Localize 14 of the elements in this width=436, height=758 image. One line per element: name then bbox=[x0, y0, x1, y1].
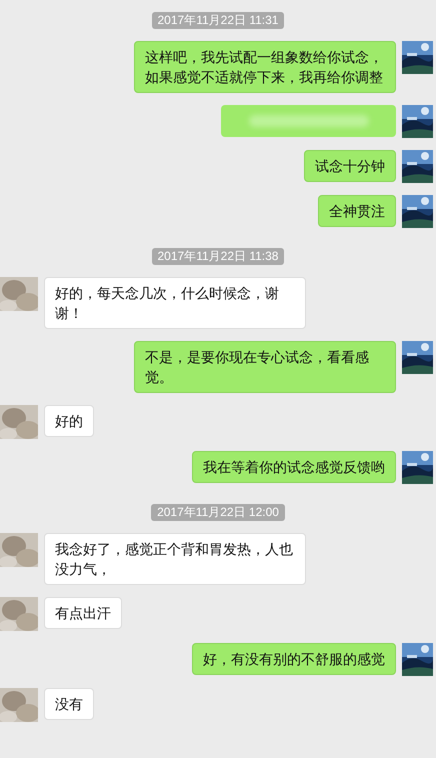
timestamp: 2017年11月22日 12:00 bbox=[151, 504, 285, 521]
message-bubble: 试念十分钟 bbox=[304, 150, 396, 182]
message-bubble: 好的 bbox=[44, 405, 94, 437]
timestamp: 2017年11月22日 11:38 bbox=[152, 248, 284, 265]
timestamp: 2017年11月22日 11:31 bbox=[152, 12, 284, 29]
message-bubble: 我念好了，感觉正个背和胃发热，人也没力气， bbox=[44, 533, 306, 585]
message-bubble: 我在等着你的试念感觉反馈哟 bbox=[192, 451, 396, 483]
message-bubble: 好，有没有别的不舒服的感觉 bbox=[192, 643, 396, 675]
message-bubble: 不是，是要你现在专心试念，看看感觉。 bbox=[134, 341, 396, 393]
message-bubble: 没有 bbox=[44, 688, 94, 720]
message-bubble: 全神贯注 bbox=[318, 195, 396, 227]
message-bubble: 有点出汗 bbox=[44, 597, 122, 629]
message-bubble: 好的，每天念几次，什么时候念，谢谢！ bbox=[44, 277, 306, 329]
message-bubble: 这样吧，我先试配一组象数给你试念，如果感觉不适就停下来，我再给你调整 bbox=[134, 41, 396, 93]
